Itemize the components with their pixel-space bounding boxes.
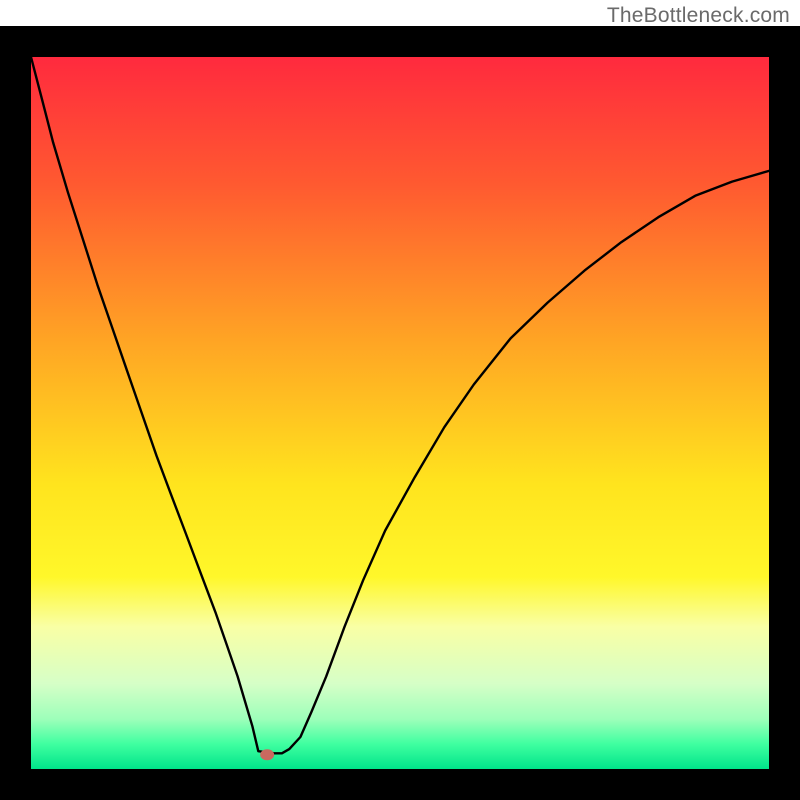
chart-stage: TheBottleneck.com bbox=[0, 0, 800, 800]
optimal-point-marker bbox=[260, 749, 274, 760]
bottleneck-chart bbox=[0, 0, 800, 800]
watermark-text: TheBottleneck.com bbox=[607, 4, 790, 28]
